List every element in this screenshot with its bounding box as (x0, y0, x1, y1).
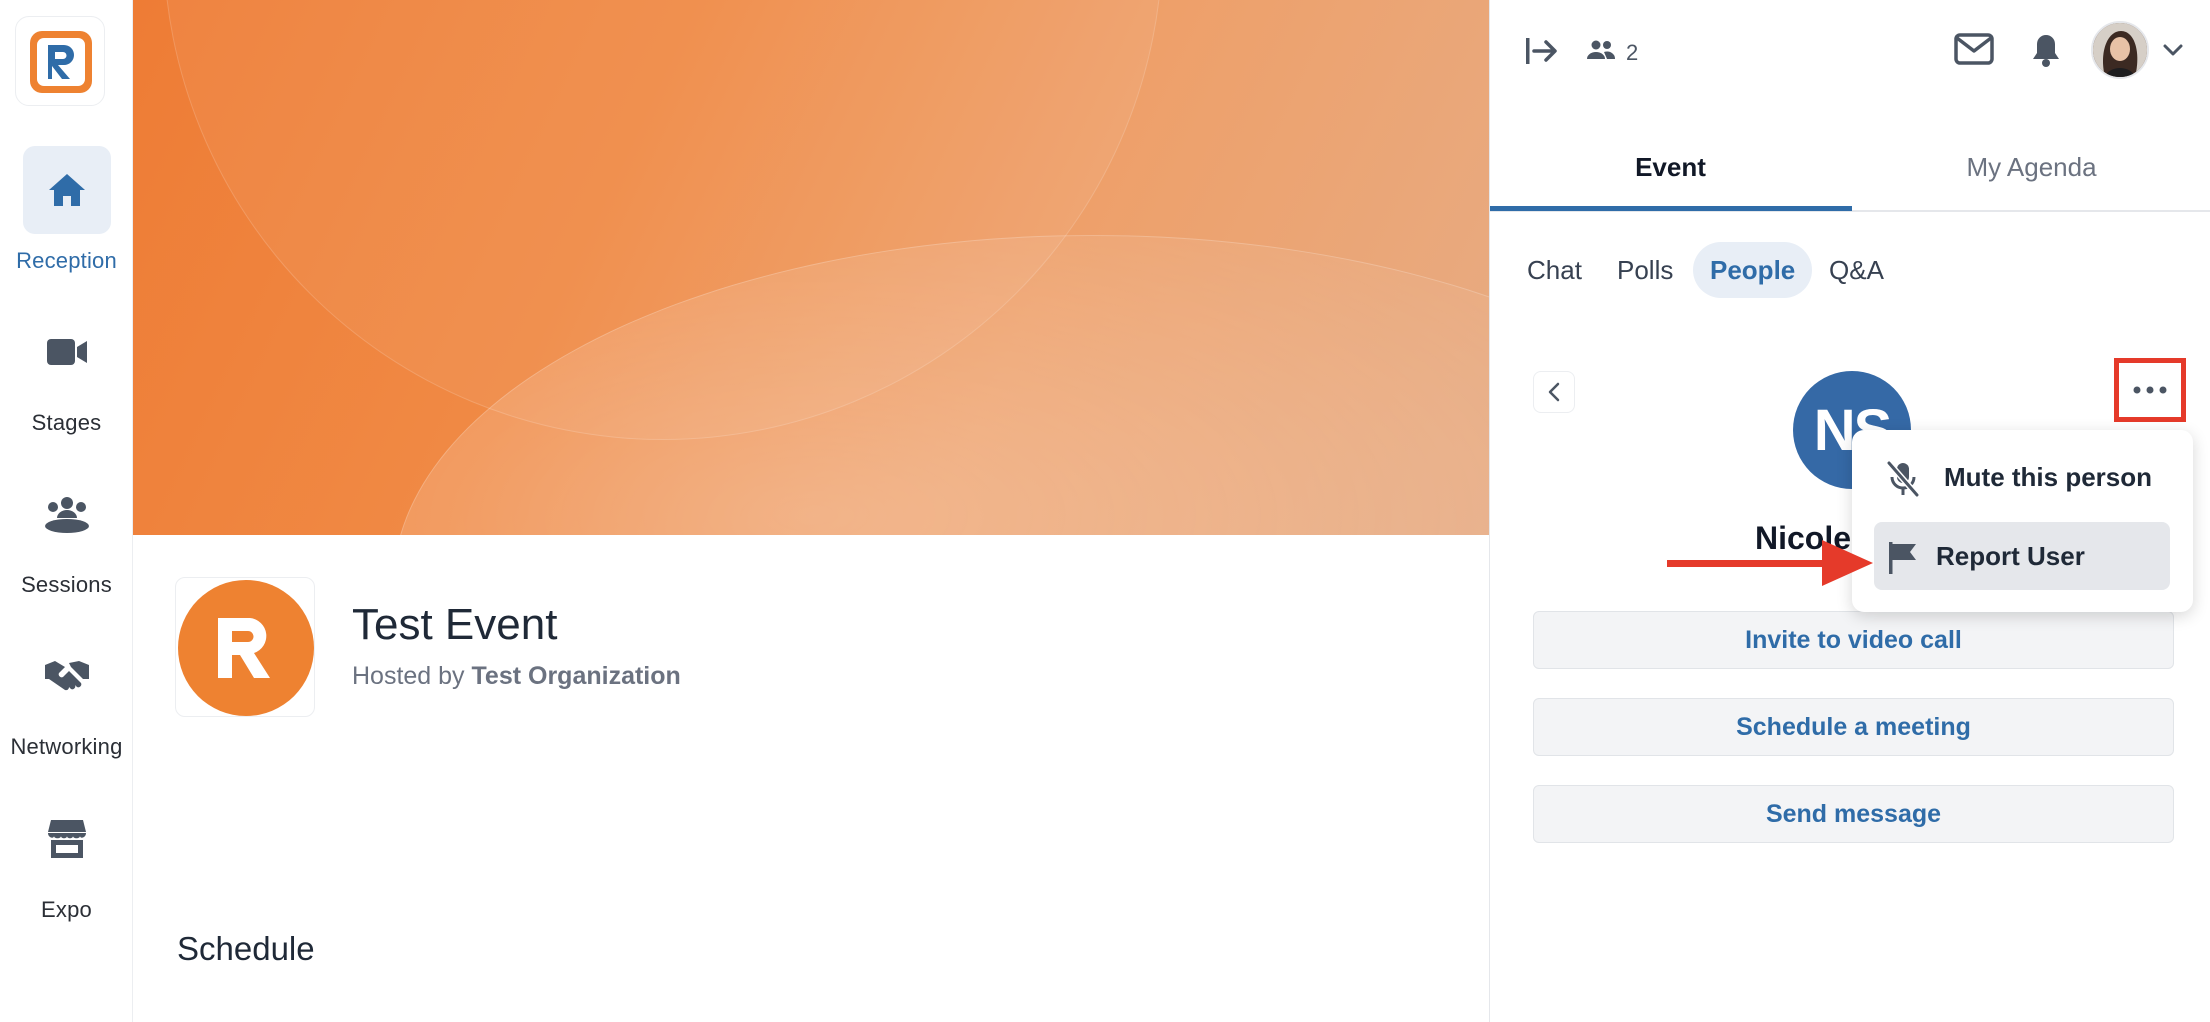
right-panel: 2 Event My Agenda Chat Polls People Q&A … (1489, 0, 2210, 1022)
schedule-heading: Schedule (177, 930, 315, 967)
mic-off-icon (1886, 461, 1920, 497)
report-label: Report User (1936, 541, 2085, 571)
more-horizontal-icon (2133, 386, 2167, 394)
subtab-people[interactable]: People (1693, 242, 1813, 298)
chevron-left-icon (1548, 382, 1560, 402)
home-icon (48, 174, 85, 206)
organization-name: Test Organization (471, 662, 681, 690)
event-logo-icon (218, 618, 270, 678)
event-host: Hosted by Test Organization (352, 662, 681, 691)
back-button[interactable] (1533, 371, 1575, 413)
user-avatar[interactable] (2091, 21, 2149, 79)
handshake-icon (44, 661, 89, 691)
nav-label: Reception (16, 248, 117, 273)
mute-label: Mute this person (1944, 462, 2153, 492)
chevron-down-icon[interactable] (2163, 44, 2183, 56)
annotation-arrow-icon (1667, 540, 1873, 586)
left-nav: Reception Stages Sessions Networking Exp… (0, 0, 133, 1022)
invite-to-video-call-button[interactable]: Invite to video call (1533, 611, 2174, 669)
app-logo[interactable] (15, 16, 105, 106)
mute-person-menu-item[interactable]: Mute this person (1874, 443, 2170, 511)
video-camera-icon (46, 339, 87, 365)
app-logo-icon (30, 31, 92, 93)
send-message-button[interactable]: Send message (1533, 785, 2174, 843)
nav-label: Sessions (21, 572, 112, 597)
panel-tabs: Event My Agenda (1490, 140, 2210, 212)
event-banner (133, 0, 1490, 535)
active-tab-indicator (1490, 206, 1852, 211)
subtab-polls[interactable]: Polls (1617, 242, 1673, 298)
event-logo (175, 577, 315, 717)
booth-icon (47, 820, 86, 858)
nav-item-reception[interactable]: Reception (0, 146, 133, 274)
nav-label: Expo (41, 897, 92, 922)
user-options-menu: Mute this person Report User (1852, 430, 2193, 612)
nav-item-stages[interactable]: Stages (0, 308, 133, 436)
attendee-count: 2 (1626, 40, 1639, 65)
group-icon (44, 497, 89, 533)
more-options-button[interactable] (2114, 358, 2186, 422)
tab-event[interactable]: Event (1490, 152, 1851, 183)
nav-item-sessions[interactable]: Sessions (0, 470, 133, 598)
mail-icon[interactable] (1954, 33, 1994, 65)
nav-label: Stages (31, 410, 102, 435)
nav-item-expo[interactable]: Expo (0, 795, 133, 923)
subtab-qa[interactable]: Q&A (1829, 242, 1884, 298)
collapse-panel-icon[interactable] (1524, 36, 1560, 66)
tab-my-agenda[interactable]: My Agenda (1851, 152, 2210, 183)
subtab-chat[interactable]: Chat (1527, 242, 1582, 298)
schedule-meeting-button[interactable]: Schedule a meeting (1533, 698, 2174, 756)
event-title: Test Event (352, 600, 558, 649)
hosted-by-label: Hosted by (352, 662, 465, 690)
nav-label: Networking (10, 734, 123, 759)
flag-icon (1889, 542, 1916, 574)
nav-item-networking[interactable]: Networking (0, 632, 133, 760)
attendees-icon[interactable] (1586, 40, 1616, 60)
bell-icon[interactable] (2031, 32, 2061, 68)
report-user-menu-item[interactable]: Report User (1874, 522, 2170, 590)
avatar-image (2093, 23, 2147, 77)
